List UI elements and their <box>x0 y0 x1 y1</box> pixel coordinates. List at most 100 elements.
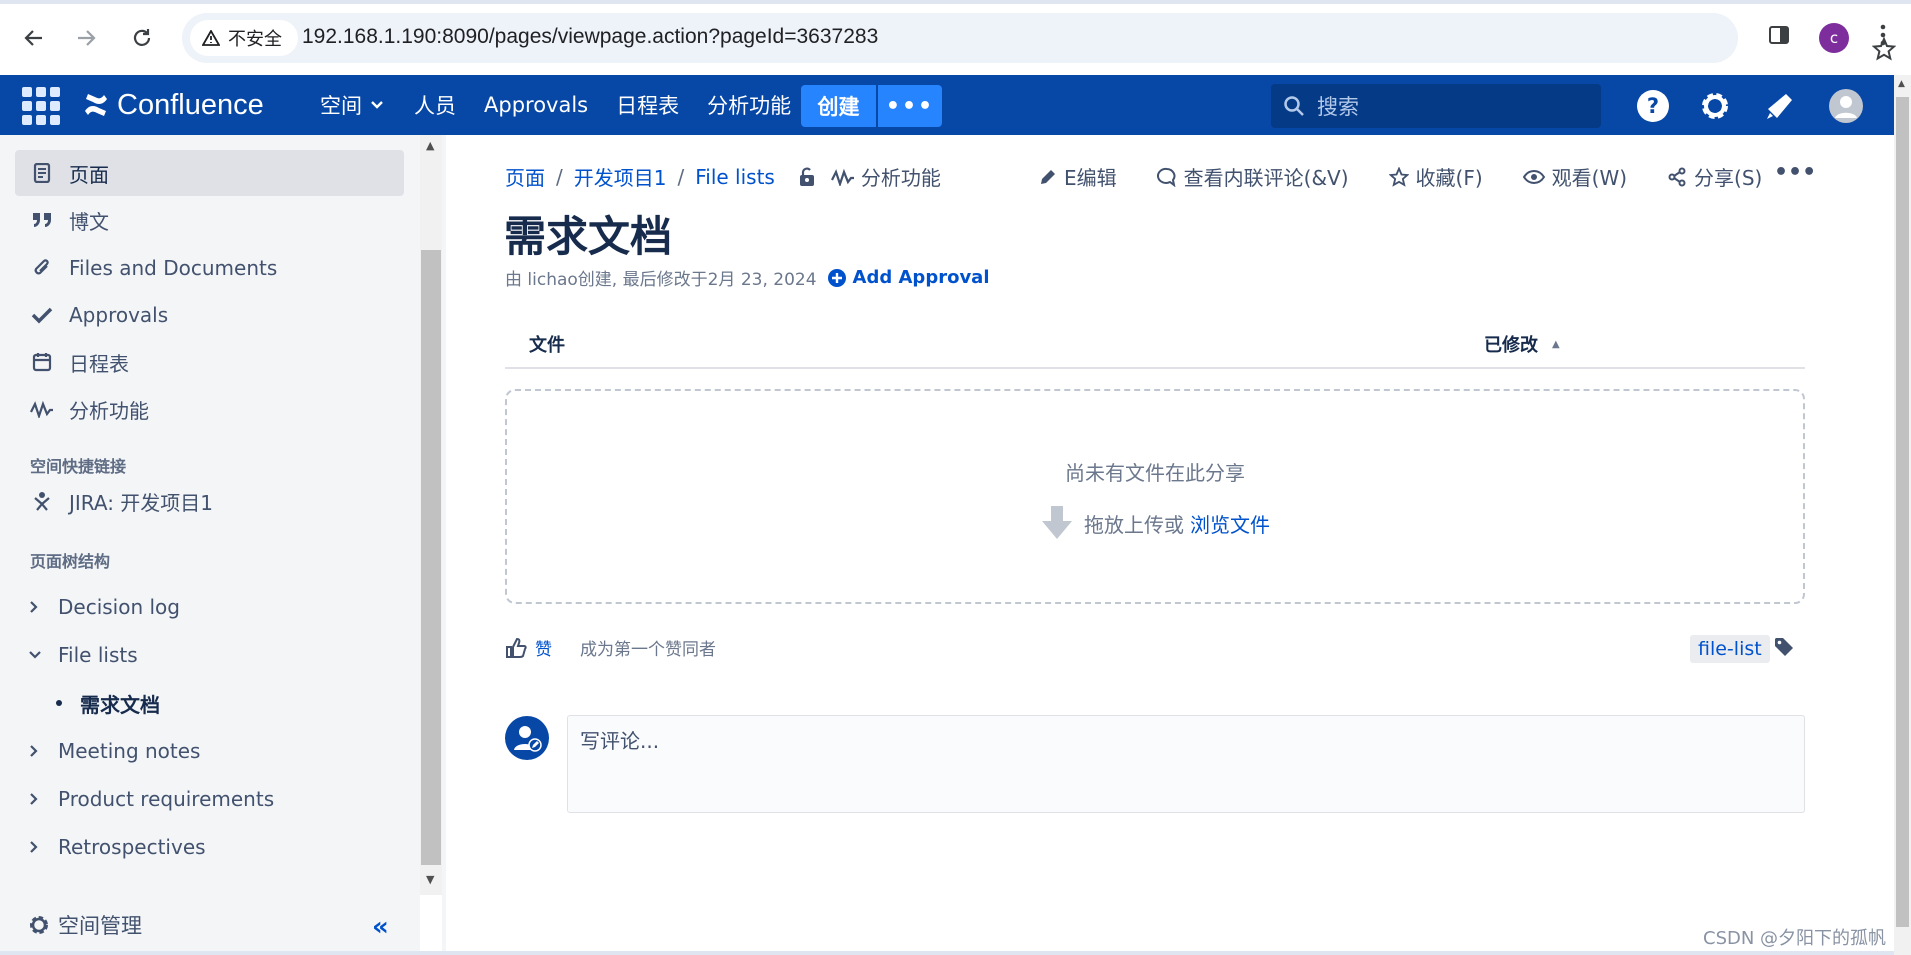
chevron-right-icon[interactable] <box>28 840 58 854</box>
space-sidebar: 页面 博文 Files and Documents Approvals 日程表 … <box>0 135 420 955</box>
page-byline: 由 lichao创建, 最后修改于2月 23, 2024 Add Approva… <box>505 265 990 290</box>
sort-ascending-icon: ▲ <box>1552 338 1560 350</box>
page-tree-heading: 页面树结构 <box>30 552 111 571</box>
sidebar-item-analytics[interactable]: 分析功能 <box>15 386 404 432</box>
sidebar-item-files[interactable]: Files and Documents <box>15 245 404 291</box>
forward-arrow-icon[interactable] <box>70 22 102 54</box>
add-approval-button[interactable]: Add Approval <box>827 267 990 288</box>
analytics-icon <box>29 400 55 418</box>
tree-item-retrospectives[interactable]: Retrospectives <box>28 827 206 867</box>
sidebar-scrollbar[interactable]: ▲ ▼ <box>420 135 442 895</box>
breadcrumb-separator: / <box>677 164 685 189</box>
breadcrumb-separator: / <box>556 164 563 189</box>
comment-input[interactable]: 写评论... <box>567 715 1805 813</box>
edit-button[interactable]: E编辑 <box>1039 162 1117 191</box>
page-icon <box>29 163 55 183</box>
nav-calendar[interactable]: 日程表 <box>602 75 693 135</box>
sidebar-item-pages[interactable]: 页面 <box>15 150 404 196</box>
inline-comments-button[interactable]: 查看内联评论(&V) <box>1156 162 1349 191</box>
breadcrumb-pages[interactable]: 页面 <box>505 162 545 191</box>
tab-strip-edge <box>0 0 1911 4</box>
chevron-right-icon[interactable] <box>28 600 58 614</box>
create-more-button[interactable]: ••• <box>878 85 942 127</box>
tree-item-decision-log[interactable]: Decision log <box>28 587 180 627</box>
reload-icon[interactable] <box>126 22 158 54</box>
favourite-button[interactable]: 收藏(F) <box>1388 162 1483 191</box>
tag-icon[interactable] <box>1774 637 1794 661</box>
share-button[interactable]: 分享(S) <box>1667 162 1762 191</box>
chevron-down-icon[interactable] <box>28 649 58 661</box>
sidebar-item-calendar[interactable]: 日程表 <box>15 339 404 385</box>
like-button[interactable]: 赞 <box>535 635 552 660</box>
scroll-up-icon[interactable]: ▲ <box>1898 79 1905 89</box>
nav-spaces[interactable]: 空间 <box>306 75 400 135</box>
byline-text: 由 lichao创建, 最后修改于2月 23, 2024 <box>505 270 817 290</box>
side-panel-icon[interactable] <box>1768 24 1790 50</box>
shortcuts-heading: 空间快捷链接 <box>30 457 127 476</box>
back-arrow-icon[interactable] <box>18 22 50 54</box>
comment-avatar <box>505 716 549 760</box>
shortcut-jira[interactable]: JIRA: 开发项目1 <box>15 478 404 524</box>
scroll-up-icon[interactable]: ▲ <box>426 139 434 152</box>
settings-gear-icon[interactable] <box>1696 87 1734 125</box>
security-chip[interactable]: 不安全 <box>190 20 298 56</box>
scrollbar-thumb[interactable] <box>1896 97 1909 927</box>
user-avatar-icon[interactable] <box>1827 87 1865 125</box>
nav-people[interactable]: 人员 <box>400 75 470 135</box>
chevron-right-icon[interactable] <box>28 792 58 806</box>
calendar-icon <box>29 352 55 372</box>
unlock-icon[interactable] <box>799 167 815 187</box>
insecure-label: 不安全 <box>228 29 282 50</box>
jira-icon <box>29 490 55 512</box>
tree-item-file-lists[interactable]: File lists <box>28 635 138 675</box>
tree-item-meeting-notes[interactable]: Meeting notes <box>28 731 200 771</box>
profile-avatar[interactable]: c <box>1819 23 1849 53</box>
tree-item-current-page[interactable]: 需求文档 <box>56 683 160 723</box>
file-column-header[interactable]: 文件 <box>529 331 565 357</box>
url-text[interactable]: 192.168.1.190:8090/pages/viewpage.action… <box>302 25 878 49</box>
tree-item-label: Decision log <box>58 595 180 619</box>
search-input[interactable]: 搜索 <box>1271 84 1601 128</box>
inline-comments-label: 查看内联评论(&V) <box>1183 166 1349 190</box>
page-analytics-button[interactable]: 分析功能 <box>830 162 941 191</box>
page-content: 页面 / 开发项目1 / File lists 分析功能 E编辑 查看内联评论(… <box>446 135 1894 955</box>
chevron-right-icon[interactable] <box>28 744 58 758</box>
sidebar-item-label: 分析功能 <box>69 398 149 423</box>
gear-icon <box>30 916 48 934</box>
pencil-icon <box>1041 169 1055 184</box>
space-admin-button[interactable]: 空间管理 <box>28 910 142 940</box>
watch-button[interactable]: 观看(W) <box>1522 162 1628 191</box>
collapse-sidebar-icon[interactable]: « <box>372 912 389 942</box>
address-bar[interactable]: 不安全 192.168.1.190:8090/pages/viewpage.ac… <box>182 13 1897 63</box>
scroll-down-icon[interactable]: ▼ <box>426 873 434 886</box>
notifications-megaphone-icon[interactable] <box>1761 87 1799 125</box>
browser-menu-icon[interactable] <box>1880 24 1886 50</box>
page-scrollbar[interactable]: ▲ <box>1894 75 1911 955</box>
confluence-logo[interactable]: Confluence <box>83 87 264 123</box>
browse-files-link[interactable]: 浏览文件 <box>1190 509 1270 538</box>
more-actions-icon[interactable]: ••• <box>1774 160 1816 185</box>
modified-column-header[interactable]: 已修改 ▲ <box>1484 331 1560 357</box>
create-button[interactable]: 创建 <box>801 85 876 127</box>
tree-item-label: File lists <box>58 643 138 667</box>
label-tag[interactable]: file-list <box>1690 635 1770 663</box>
watermark-text: CSDN @夕阳下的孤帆 <box>1703 928 1887 949</box>
sidebar-item-approvals[interactable]: Approvals <box>15 292 404 338</box>
nav-approvals[interactable]: Approvals <box>470 75 602 135</box>
tree-item-product-requirements[interactable]: Product requirements <box>28 779 274 819</box>
quote-icon <box>29 211 55 229</box>
tree-item-label: Retrospectives <box>58 835 206 859</box>
sidebar-item-blog[interactable]: 博文 <box>15 197 404 243</box>
file-dropzone[interactable]: 尚未有文件在此分享 拖放上传或 浏览文件 <box>505 389 1805 604</box>
eye-icon <box>1522 169 1545 184</box>
breadcrumb-parent[interactable]: File lists <box>695 165 775 189</box>
help-icon[interactable]: ? <box>1634 87 1672 125</box>
watch-label: 观看(W) <box>1551 166 1628 190</box>
scrollbar-thumb[interactable] <box>421 250 441 865</box>
breadcrumb-space[interactable]: 开发项目1 <box>574 162 667 191</box>
nav-analytics[interactable]: 分析功能 <box>693 75 805 135</box>
app-switcher-icon[interactable] <box>22 87 60 125</box>
share-icon <box>1668 167 1686 186</box>
thumbs-up-icon[interactable] <box>505 637 527 659</box>
bullet-icon <box>56 700 62 706</box>
